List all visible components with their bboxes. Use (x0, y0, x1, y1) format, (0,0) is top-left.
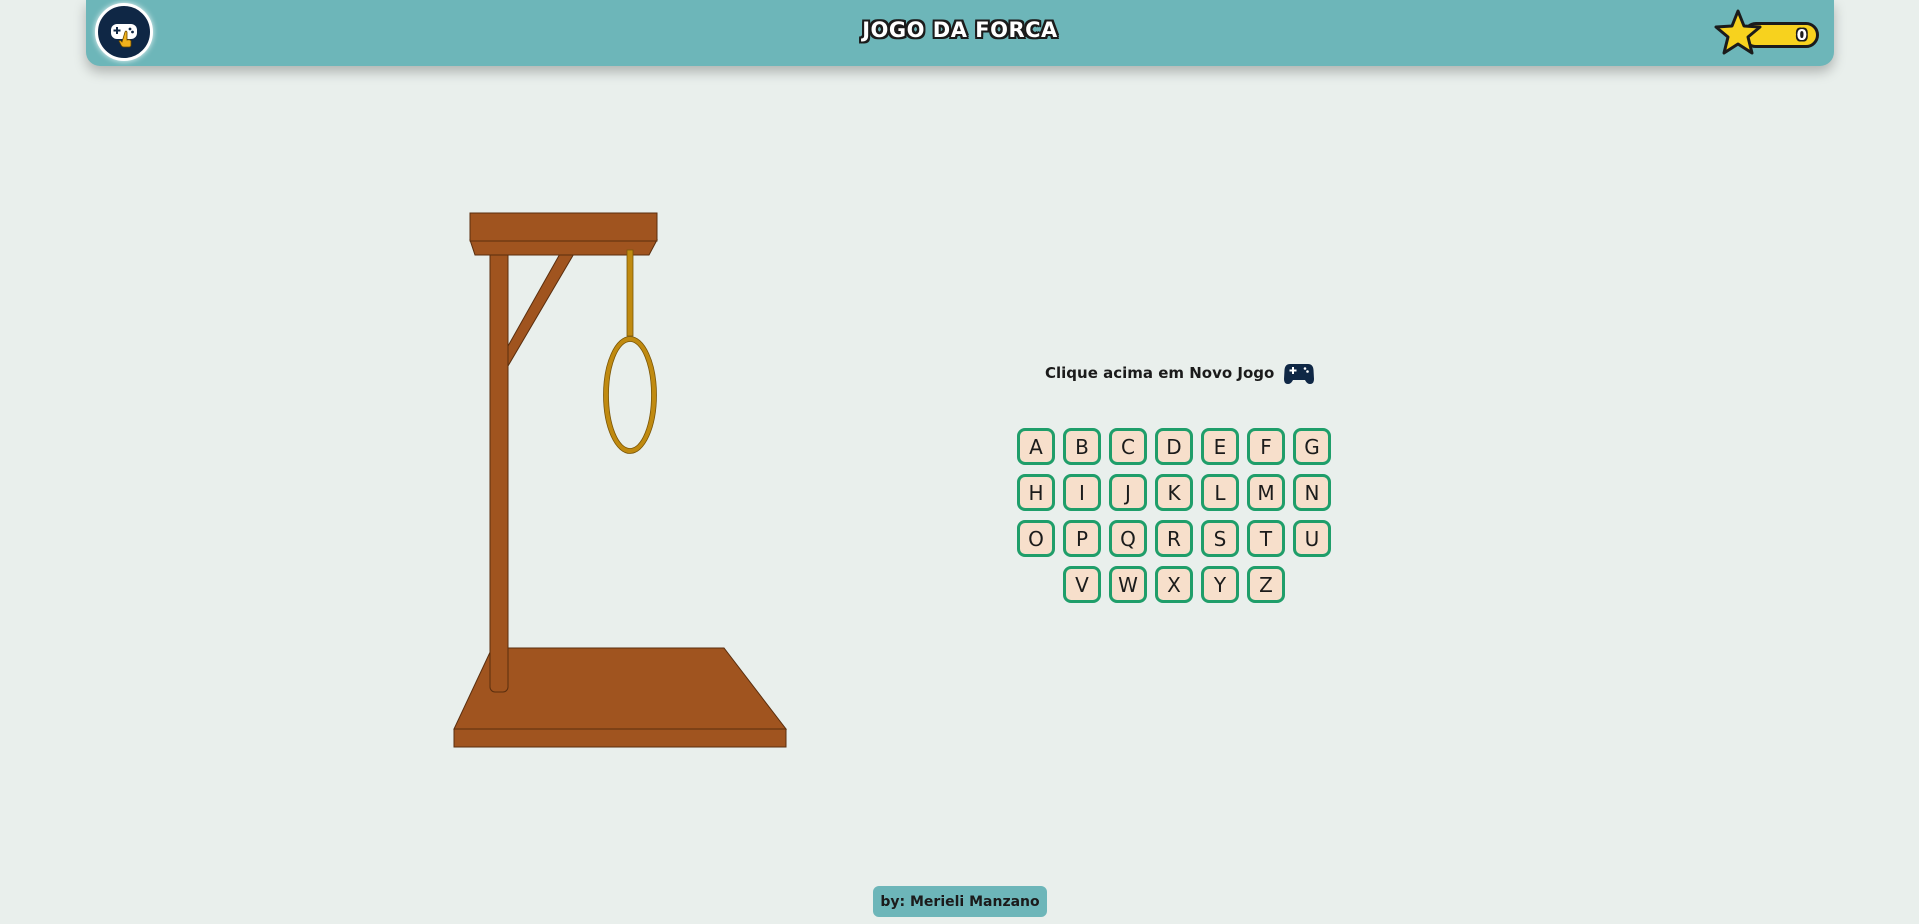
letter-key-z[interactable]: Z (1247, 566, 1285, 603)
gallows-rope (626, 249, 634, 337)
letter-key-x[interactable]: X (1155, 566, 1193, 603)
hint-text: Clique acima em Novo Jogo (1045, 364, 1275, 382)
letter-key-h[interactable]: H (1017, 474, 1055, 511)
letter-key-j[interactable]: J (1109, 474, 1147, 511)
letter-key-n[interactable]: N (1293, 474, 1331, 511)
gallows-noose (603, 336, 657, 454)
header-bar: JOGO DA FORCA 0 (86, 0, 1834, 66)
letter-keyboard: ABCDEFG HIJKLMN OPQRSTU VWXYZ (1016, 428, 1332, 612)
letter-key-a[interactable]: A (1017, 428, 1055, 465)
letter-key-b[interactable]: B (1063, 428, 1101, 465)
gallows-post (489, 247, 509, 693)
hint-message: Clique acima em Novo Jogo (1045, 361, 1315, 385)
keyboard-row: ABCDEFG (1016, 428, 1332, 465)
keyboard-row: HIJKLMN (1016, 474, 1332, 511)
gamepad-icon (1284, 364, 1315, 384)
letter-key-v[interactable]: V (1063, 566, 1101, 603)
letter-key-e[interactable]: E (1201, 428, 1239, 465)
letter-key-i[interactable]: I (1063, 474, 1101, 511)
letter-key-p[interactable]: P (1063, 520, 1101, 557)
gallows-illustration (453, 212, 788, 748)
author-credit: by: Merieli Manzano (873, 886, 1047, 917)
letter-key-y[interactable]: Y (1201, 566, 1239, 603)
keyboard-row: OPQRSTU (1016, 520, 1332, 557)
gallows-brace (507, 251, 576, 368)
letter-key-u[interactable]: U (1293, 520, 1331, 557)
letter-key-k[interactable]: K (1155, 474, 1193, 511)
game-page: JOGO DA FORCA 0 Clique acima em Novo Jog… (0, 0, 1919, 924)
star-icon (1714, 9, 1762, 55)
page-title: JOGO DA FORCA (862, 18, 1058, 42)
letter-key-f[interactable]: F (1247, 428, 1285, 465)
letter-key-s[interactable]: S (1201, 520, 1239, 557)
letter-key-t[interactable]: T (1247, 520, 1285, 557)
score-display: 0 (1713, 8, 1823, 58)
gallows-base-front (453, 728, 787, 748)
letter-key-q[interactable]: Q (1109, 520, 1147, 557)
gallows-beam (469, 212, 658, 242)
letter-key-g[interactable]: G (1293, 428, 1331, 465)
letter-key-m[interactable]: M (1247, 474, 1285, 511)
score-value: 0 (1796, 26, 1807, 44)
letter-key-r[interactable]: R (1155, 520, 1193, 557)
letter-key-o[interactable]: O (1017, 520, 1055, 557)
letter-key-c[interactable]: C (1109, 428, 1147, 465)
letter-key-w[interactable]: W (1109, 566, 1147, 603)
letter-key-l[interactable]: L (1201, 474, 1239, 511)
keyboard-row: VWXYZ (1016, 566, 1332, 603)
letter-key-d[interactable]: D (1155, 428, 1193, 465)
